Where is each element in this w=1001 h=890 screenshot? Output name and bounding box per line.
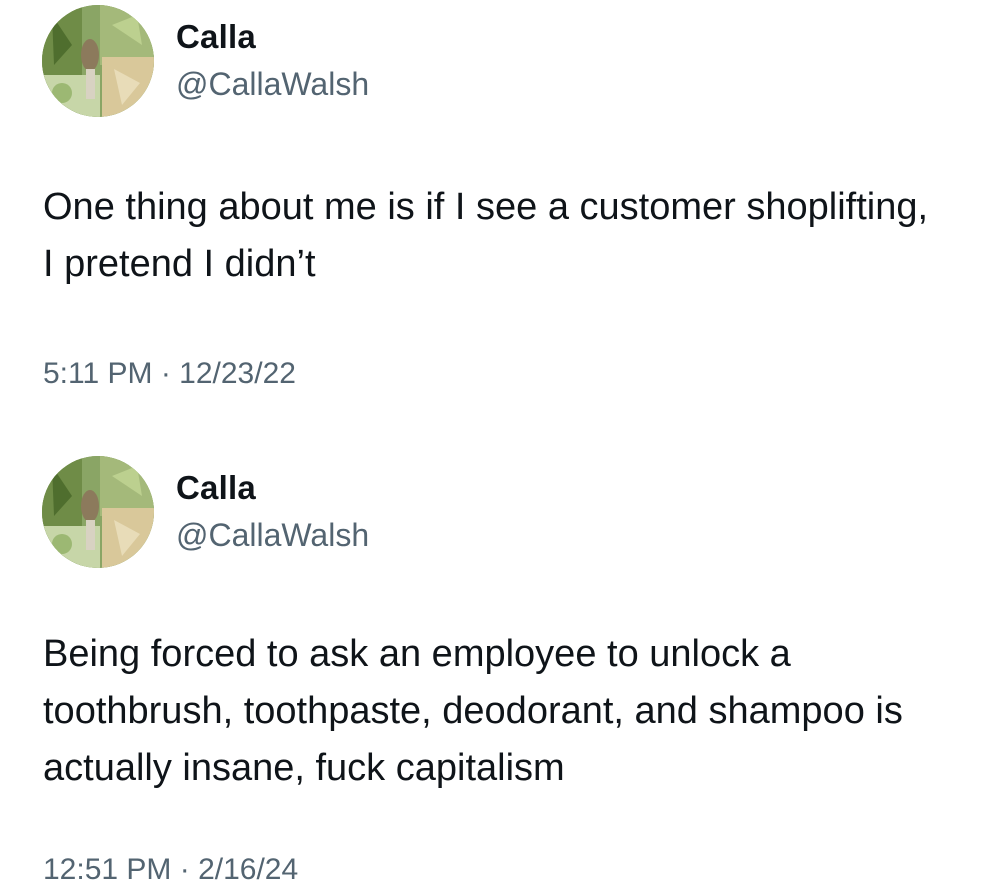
tweet-text: One thing about me is if I see a custome… [43, 186, 929, 285]
timestamp[interactable]: 5:11 PM · 12/23/22 [43, 357, 296, 391]
user-handle[interactable]: @CallaWalsh [176, 517, 369, 554]
display-name[interactable]: Calla [176, 469, 256, 507]
avatar[interactable] [42, 5, 154, 117]
tweet-text: Being forced to ask an employee to unloc… [43, 633, 903, 789]
timestamp[interactable]: 12:51 PM · 2/16/24 [43, 853, 298, 887]
user-handle[interactable]: @CallaWalsh [176, 66, 369, 103]
profile-photo-icon [42, 5, 154, 117]
profile-photo-icon [42, 456, 154, 568]
avatar[interactable] [42, 456, 154, 568]
display-name[interactable]: Calla [176, 18, 256, 56]
